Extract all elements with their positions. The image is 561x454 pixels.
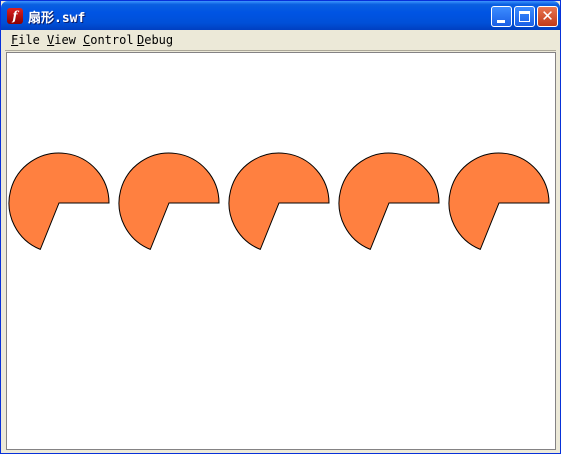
menu-view[interactable]: View [47,33,76,47]
menu-bar: File View Control Debug [5,30,556,51]
maximize-icon [519,11,530,22]
flash-app-icon[interactable]: f [7,8,23,24]
sector-shape [8,152,110,251]
minimize-icon [497,20,505,23]
sector-shape [338,152,440,251]
sector-shape [448,152,550,251]
flash-stage[interactable] [6,52,556,450]
close-button[interactable]: ✕ [537,6,558,27]
close-icon: ✕ [541,7,554,25]
maximize-button[interactable] [514,6,535,27]
flash-player-window: f 扇形.swf ✕ File View Control Debug [0,0,561,454]
minimize-button[interactable] [491,6,512,27]
sector-drawing [8,152,550,251]
menu-debug[interactable]: Debug [137,33,173,47]
window-title: 扇形.swf [28,11,86,26]
sector-shape [228,152,330,251]
title-bar[interactable]: f 扇形.swf ✕ [1,1,560,30]
sector-shape [118,152,220,251]
menu-file[interactable]: File [11,33,40,47]
menu-control[interactable]: Control [83,33,134,47]
